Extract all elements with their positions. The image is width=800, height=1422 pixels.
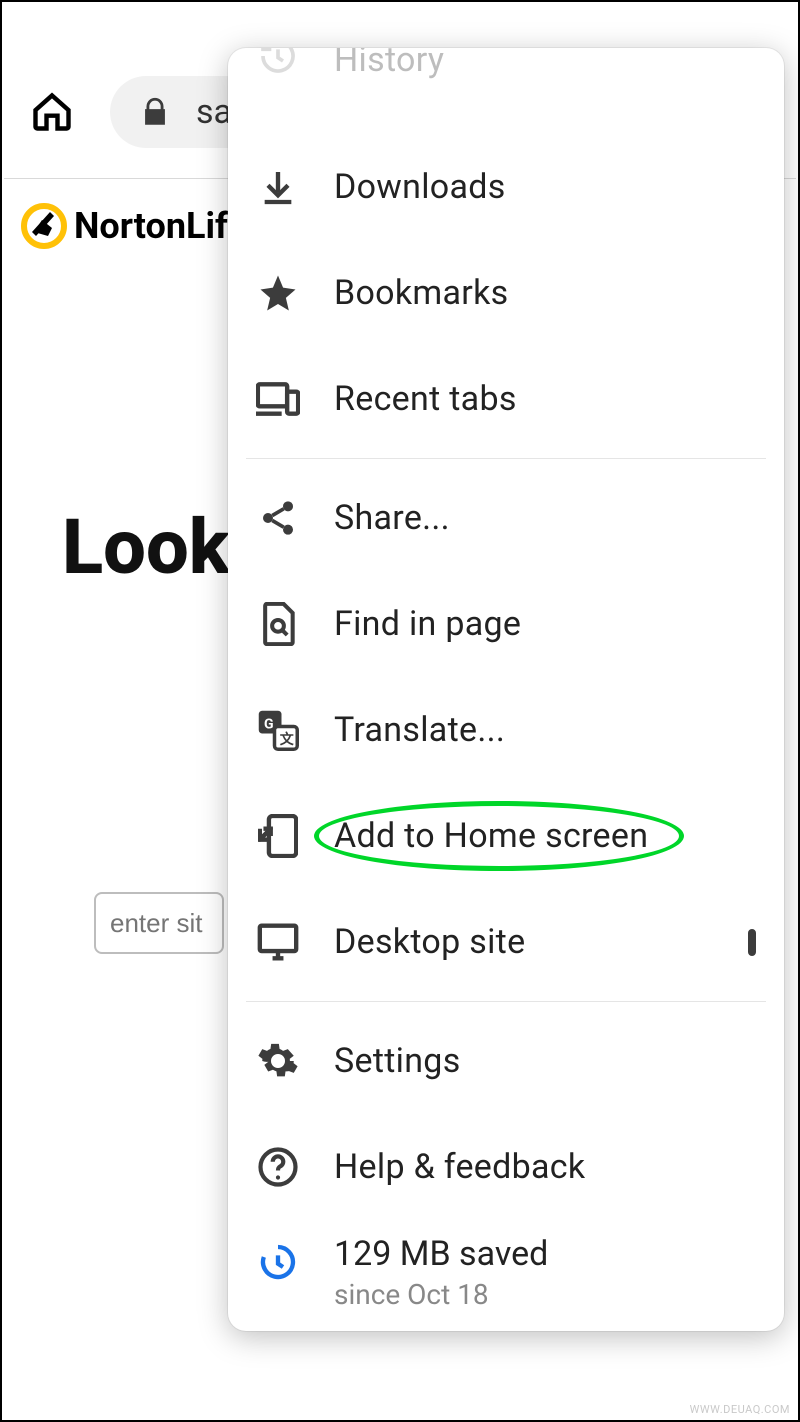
menu-item-recent-tabs[interactable]: Recent tabs — [228, 346, 784, 452]
data-saver-icon — [258, 1242, 298, 1282]
menu-item-help[interactable]: Help & feedback — [228, 1114, 784, 1220]
desktop-site-checkbox[interactable] — [748, 929, 756, 956]
svg-text:文: 文 — [280, 731, 295, 748]
page-heading: Look — [62, 502, 230, 592]
desktop-icon — [256, 922, 300, 962]
menu-item-settings[interactable]: Settings — [228, 1008, 784, 1114]
gear-icon — [257, 1040, 299, 1082]
svg-text:G: G — [264, 716, 274, 732]
history-icon — [258, 48, 298, 76]
menu-item-desktop-site[interactable]: Desktop site — [228, 889, 784, 995]
download-icon — [258, 167, 298, 207]
menu-divider — [246, 458, 766, 459]
help-icon — [257, 1146, 299, 1188]
lock-icon — [138, 95, 172, 129]
menu-label: Bookmarks — [334, 273, 509, 313]
data-saved-amount: 129 MB saved — [334, 1234, 548, 1274]
add-home-icon — [258, 814, 298, 858]
site-brand: NortonLife — [20, 202, 247, 250]
norton-logo-icon — [20, 202, 68, 250]
menu-label: Recent tabs — [334, 379, 517, 419]
menu-label: Downloads — [334, 167, 506, 207]
data-saved-row[interactable]: 129 MB saved since Oct 18 — [228, 1220, 784, 1311]
menu-label: Desktop site — [334, 922, 525, 962]
share-icon — [258, 498, 298, 538]
site-input[interactable] — [94, 892, 224, 954]
translate-icon: G文 — [257, 709, 299, 751]
menu-item-find-in-page[interactable]: Find in page — [228, 571, 784, 677]
devices-icon — [256, 379, 300, 419]
url-text: sa — [196, 92, 232, 132]
site-brand-text: NortonLife — [74, 205, 247, 247]
find-icon — [259, 602, 297, 646]
menu-label: Add to Home screen — [334, 816, 648, 856]
menu-item-bookmarks[interactable]: Bookmarks — [228, 240, 784, 346]
menu-label: Help & feedback — [334, 1147, 585, 1187]
star-icon — [257, 272, 299, 314]
menu-label: History — [334, 48, 444, 80]
menu-label: Share... — [334, 498, 450, 538]
screenshot-frame: sa NortonLife Look History Downloads Boo… — [0, 0, 800, 1422]
home-button[interactable] — [28, 88, 76, 136]
menu-item-add-home[interactable]: Add to Home screen — [228, 783, 784, 889]
menu-item-downloads[interactable]: Downloads — [228, 134, 784, 240]
menu-label: Settings — [334, 1041, 461, 1081]
data-saved-since: since Oct 18 — [334, 1278, 548, 1311]
watermark: WWW.DEUAQ.COM — [690, 1403, 790, 1416]
menu-label: Translate... — [334, 710, 505, 750]
home-icon — [30, 90, 74, 134]
menu-item-share[interactable]: Share... — [228, 465, 784, 571]
menu-item-history[interactable]: History — [228, 48, 784, 134]
overflow-menu: History Downloads Bookmarks Recent tabs … — [228, 48, 784, 1331]
menu-divider — [246, 1001, 766, 1002]
menu-label: Find in page — [334, 604, 521, 644]
menu-item-translate[interactable]: G文 Translate... — [228, 677, 784, 783]
